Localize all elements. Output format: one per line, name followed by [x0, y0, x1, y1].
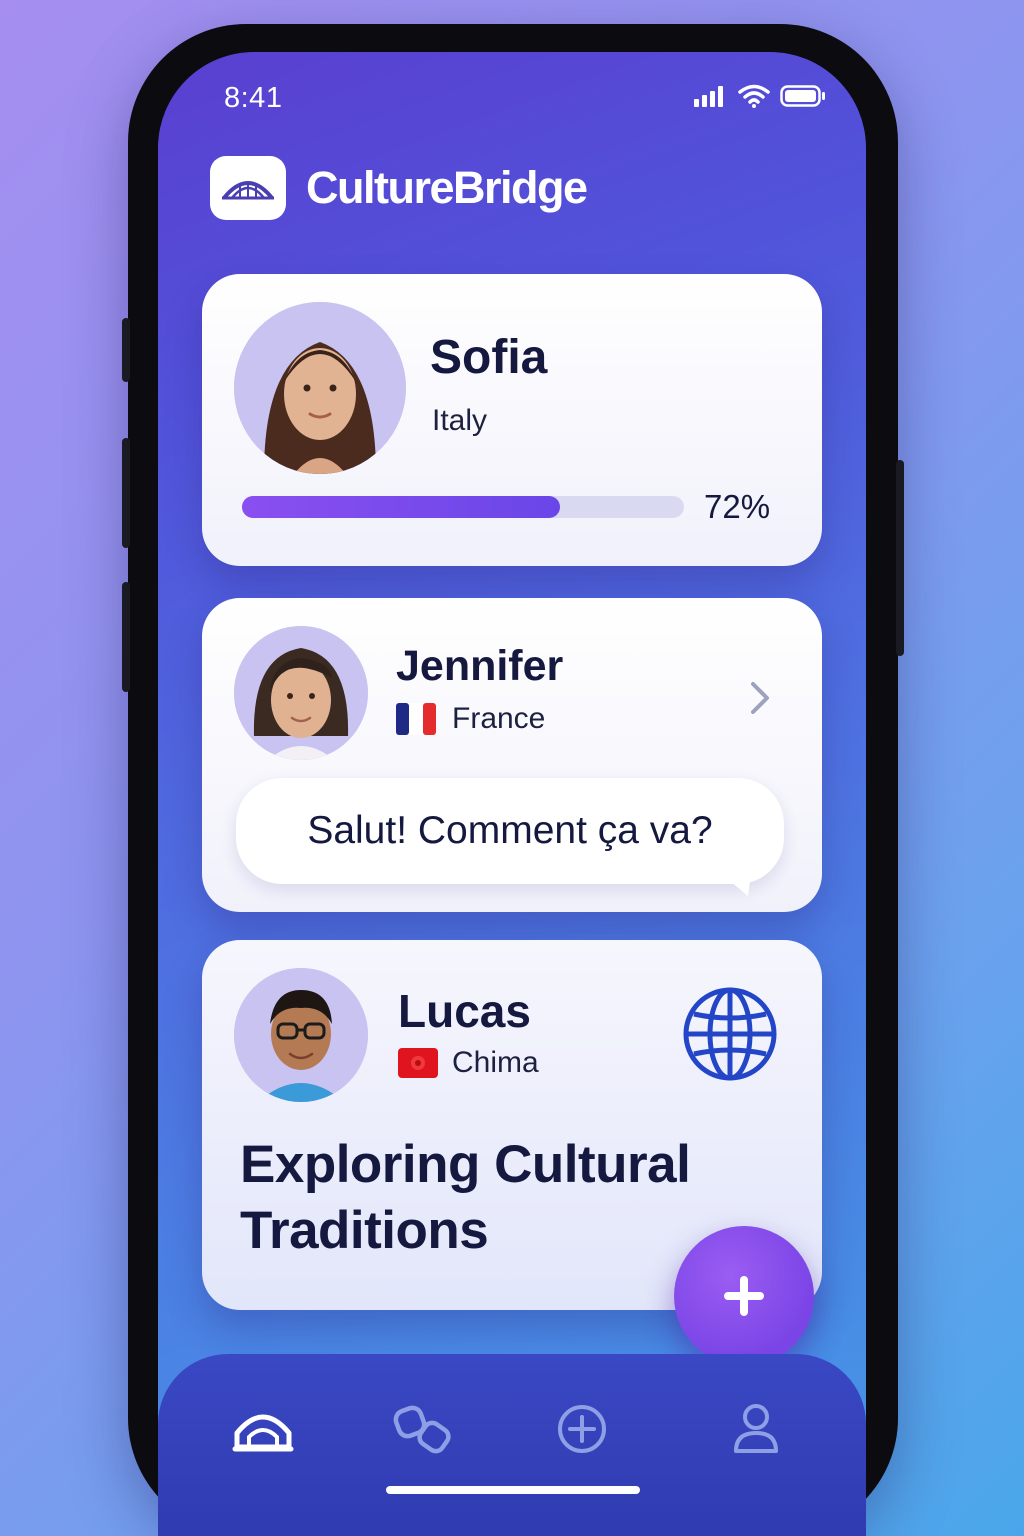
- message-text: Salut! Comment ça va?: [307, 809, 713, 852]
- bottom-tab-bar: [158, 1354, 866, 1536]
- app-title: CultureBridge: [306, 162, 588, 213]
- bubble-tail: [712, 866, 752, 896]
- profile-icon: [734, 1404, 778, 1453]
- user-country-row: France: [396, 702, 545, 736]
- side-button: [122, 582, 130, 692]
- app-header: CultureBridge: [210, 156, 588, 220]
- status-time: 8:41: [224, 82, 283, 114]
- france-flag-icon: [396, 703, 436, 735]
- tab-connect[interactable]: [388, 1394, 458, 1464]
- tab-home[interactable]: [228, 1394, 298, 1464]
- profile-card-sofia[interactable]: Sofia Italy 72%: [202, 274, 822, 566]
- user-name: Lucas: [398, 985, 531, 1037]
- post-headline: Exploring Cultural Traditions: [240, 1135, 691, 1260]
- tab-create[interactable]: [547, 1394, 617, 1464]
- add-circle-icon: [558, 1405, 606, 1453]
- user-country-row: Chima: [398, 1046, 539, 1080]
- status-icons: [694, 84, 826, 108]
- wifi-icon: [738, 84, 770, 108]
- side-button: [122, 438, 130, 548]
- china-flag-icon: [398, 1048, 438, 1078]
- plus-icon: [724, 1276, 764, 1316]
- globe-icon[interactable]: [682, 986, 778, 1082]
- avatar: [234, 968, 368, 1102]
- signal-icon: [694, 86, 723, 107]
- user-name: Jennifer: [396, 642, 564, 690]
- chevron-right-icon[interactable]: [748, 680, 772, 716]
- progress-bar: [242, 496, 684, 518]
- app-logo-icon: [210, 156, 286, 220]
- progress-fill: [242, 496, 561, 518]
- bridge-home-icon: [232, 1414, 294, 1452]
- app-screen: 8:41 CultureBridge Sofia Italy 72% Jenni…: [158, 52, 866, 1536]
- message-bubble[interactable]: Salut! Comment ça va?: [236, 778, 784, 884]
- user-country: Chima: [452, 1046, 539, 1079]
- user-country: Italy: [432, 404, 488, 437]
- power-button: [896, 460, 904, 656]
- progress-percent: 72%: [704, 488, 771, 525]
- add-button[interactable]: [674, 1226, 814, 1366]
- chat-card-jennifer[interactable]: Jennifer France Salut! Comment ça va?: [202, 598, 822, 912]
- user-country: France: [452, 702, 546, 735]
- battery-icon: [780, 85, 825, 107]
- pills-icon: [393, 1405, 451, 1454]
- side-button: [122, 318, 130, 382]
- user-name: Sofia: [430, 331, 548, 384]
- avatar: [234, 302, 406, 474]
- tab-profile[interactable]: [721, 1394, 791, 1464]
- home-indicator: [386, 1486, 640, 1494]
- avatar: [234, 626, 368, 760]
